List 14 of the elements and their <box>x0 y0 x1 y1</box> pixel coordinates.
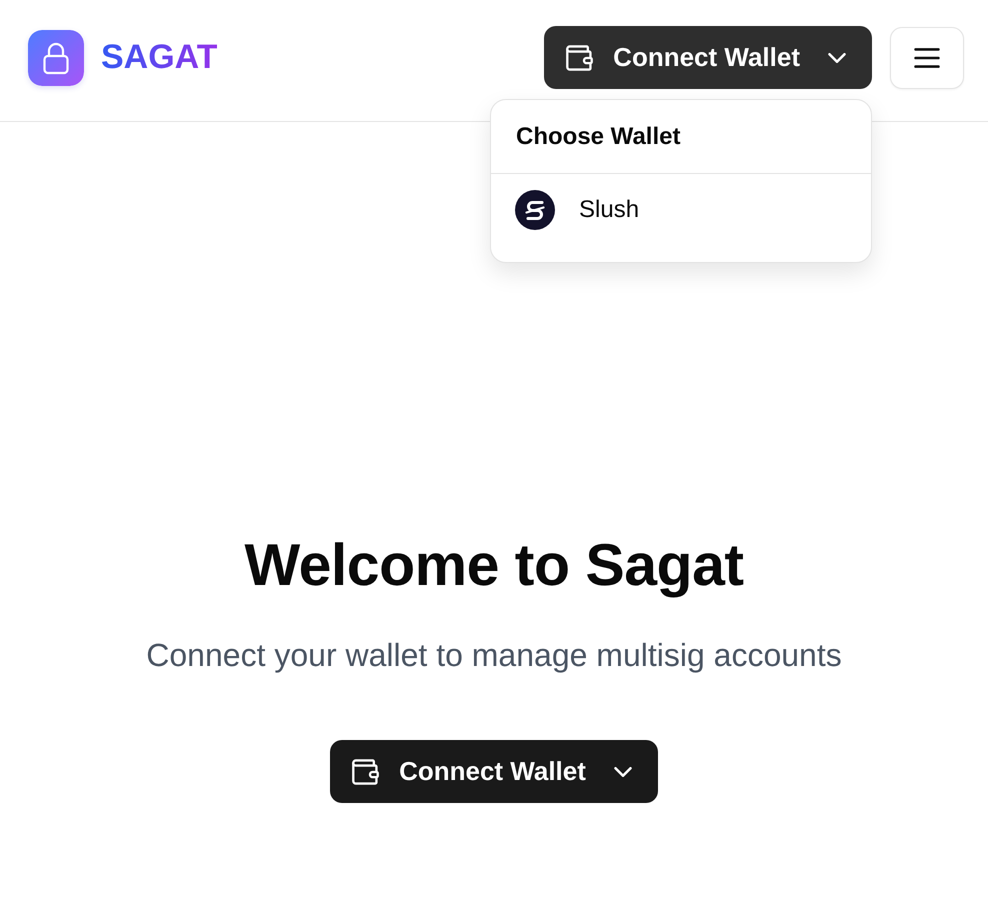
menu-button[interactable] <box>890 26 964 88</box>
wallet-option[interactable]: Slush <box>491 174 871 246</box>
s-logo-icon <box>515 190 555 230</box>
welcome-title: Welcome to Sagat <box>244 531 744 600</box>
wallet-icon <box>566 44 594 70</box>
wallet-icon <box>352 758 380 784</box>
chevron-down-icon <box>828 52 846 62</box>
chevron-down-icon <box>614 766 632 776</box>
connect-wallet-button[interactable]: Connect Wallet <box>544 26 872 89</box>
lock-logo-icon <box>28 30 84 86</box>
connect-wallet-button[interactable]: Connect Wallet <box>330 740 658 803</box>
menu-icon <box>914 48 940 68</box>
dropdown-title: Choose Wallet <box>491 100 871 174</box>
welcome-subtitle: Connect your wallet to manage multisig accounts <box>146 636 842 674</box>
